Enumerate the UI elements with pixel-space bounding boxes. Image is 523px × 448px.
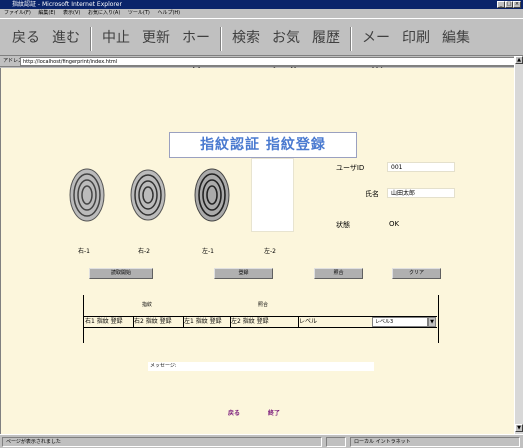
menu-edit[interactable]: 編集(E)	[38, 10, 55, 16]
fingerprint-label-1: 右-1	[78, 248, 90, 255]
maximize-button[interactable]: □	[505, 1, 513, 8]
exit-link[interactable]: 終了	[268, 408, 280, 417]
table-cell-4: 左2 指紋 登録	[231, 316, 299, 328]
search-button[interactable]: 検索	[226, 23, 266, 53]
home-button[interactable]: ホーム	[176, 23, 216, 76]
address-bar: アドレス http://localhost/fingerprint/index.…	[0, 56, 523, 67]
menu-favorites[interactable]: お気に入り(A)	[88, 10, 120, 16]
forward-button[interactable]: 進む	[46, 23, 86, 53]
fingerprint-image-4-empty	[251, 158, 294, 232]
page-heading: 指紋認証 指紋登録	[169, 132, 357, 158]
menu-help[interactable]: ヘルプ(H)	[157, 10, 180, 16]
clear-button[interactable]: クリア	[392, 268, 441, 279]
menu-file[interactable]: ファイル(F)	[4, 10, 31, 16]
chevron-down-icon[interactable]: ▼	[428, 317, 436, 327]
toolbar-separator	[220, 27, 222, 51]
scroll-down-icon[interactable]: ▼	[515, 424, 523, 432]
toolbar: 戻る 進む 中止 更新 ホーム 検索 お気に入り 履歴 メール 印刷 編集	[0, 18, 523, 106]
message-field[interactable]: メッセージ:	[148, 362, 374, 371]
table-header-fingerprint: 指紋	[142, 302, 153, 308]
status-label: 状態	[336, 221, 350, 229]
name-field[interactable]: 山田太郎	[387, 188, 455, 198]
menu-tools[interactable]: ツール(T)	[128, 10, 150, 16]
table-cell-1: 右1 指紋 登録	[85, 316, 134, 328]
table-header-verify: 照合	[258, 302, 269, 308]
refresh-button[interactable]: 更新	[136, 23, 176, 53]
favorites-button[interactable]: お気に入り	[266, 23, 306, 106]
fingerprint-image-1	[66, 158, 108, 232]
close-button[interactable]: ×	[513, 1, 521, 8]
table-cell-3: 左1 指紋 登録	[184, 316, 231, 328]
back-button[interactable]: 戻る	[6, 23, 46, 53]
menubar: ファイル(F) 編集(E) 表示(V) お気に入り(A) ツール(T) ヘルプ(…	[0, 9, 523, 18]
fingerprint-label-2: 右-2	[138, 248, 150, 255]
status-zone: ローカル イントラネット	[350, 437, 520, 447]
start-scan-button[interactable]: 読取開始	[89, 268, 153, 279]
register-button[interactable]: 登録	[214, 268, 273, 279]
table-cell-2: 右2 指紋 登録	[134, 316, 184, 328]
edit-button[interactable]: 編集	[436, 23, 476, 53]
level-select[interactable]: レベル3	[372, 317, 428, 327]
stop-button[interactable]: 中止	[96, 23, 136, 53]
status-bar: ページが表示されました ローカル イントラネット	[0, 434, 523, 448]
name-label: 氏名	[365, 190, 379, 198]
print-button[interactable]: 印刷	[396, 23, 436, 53]
user-id-field[interactable]: 001	[387, 162, 455, 172]
minimize-button[interactable]: _	[497, 1, 505, 8]
fingerprint-label-3: 左-1	[202, 248, 214, 255]
address-input[interactable]: http://localhost/fingerprint/index.html	[20, 57, 515, 66]
status-value: OK	[389, 220, 400, 228]
mail-button[interactable]: メール	[356, 23, 396, 76]
toolbar-separator	[90, 27, 92, 51]
fingerprint-label-4: 左-2	[264, 248, 276, 255]
history-button[interactable]: 履歴	[306, 23, 346, 53]
window-title: 指紋認証 - Microsoft Internet Explorer	[0, 0, 523, 9]
table-cell-level: レベル	[299, 318, 318, 325]
menu-view[interactable]: 表示(V)	[63, 10, 80, 16]
back-link[interactable]: 戻る	[228, 408, 240, 417]
status-text: ページが表示されました	[2, 437, 322, 447]
status-pane	[326, 437, 346, 447]
toolbar-separator	[350, 27, 352, 51]
verify-button[interactable]: 照合	[314, 268, 363, 279]
user-id-label: ユーザID	[336, 164, 365, 172]
vertical-scrollbar[interactable]: ▲ ▼	[514, 56, 523, 434]
fingerprint-image-2	[127, 158, 169, 232]
scroll-up-icon[interactable]: ▲	[515, 56, 523, 64]
fingerprint-image-3	[191, 158, 233, 232]
